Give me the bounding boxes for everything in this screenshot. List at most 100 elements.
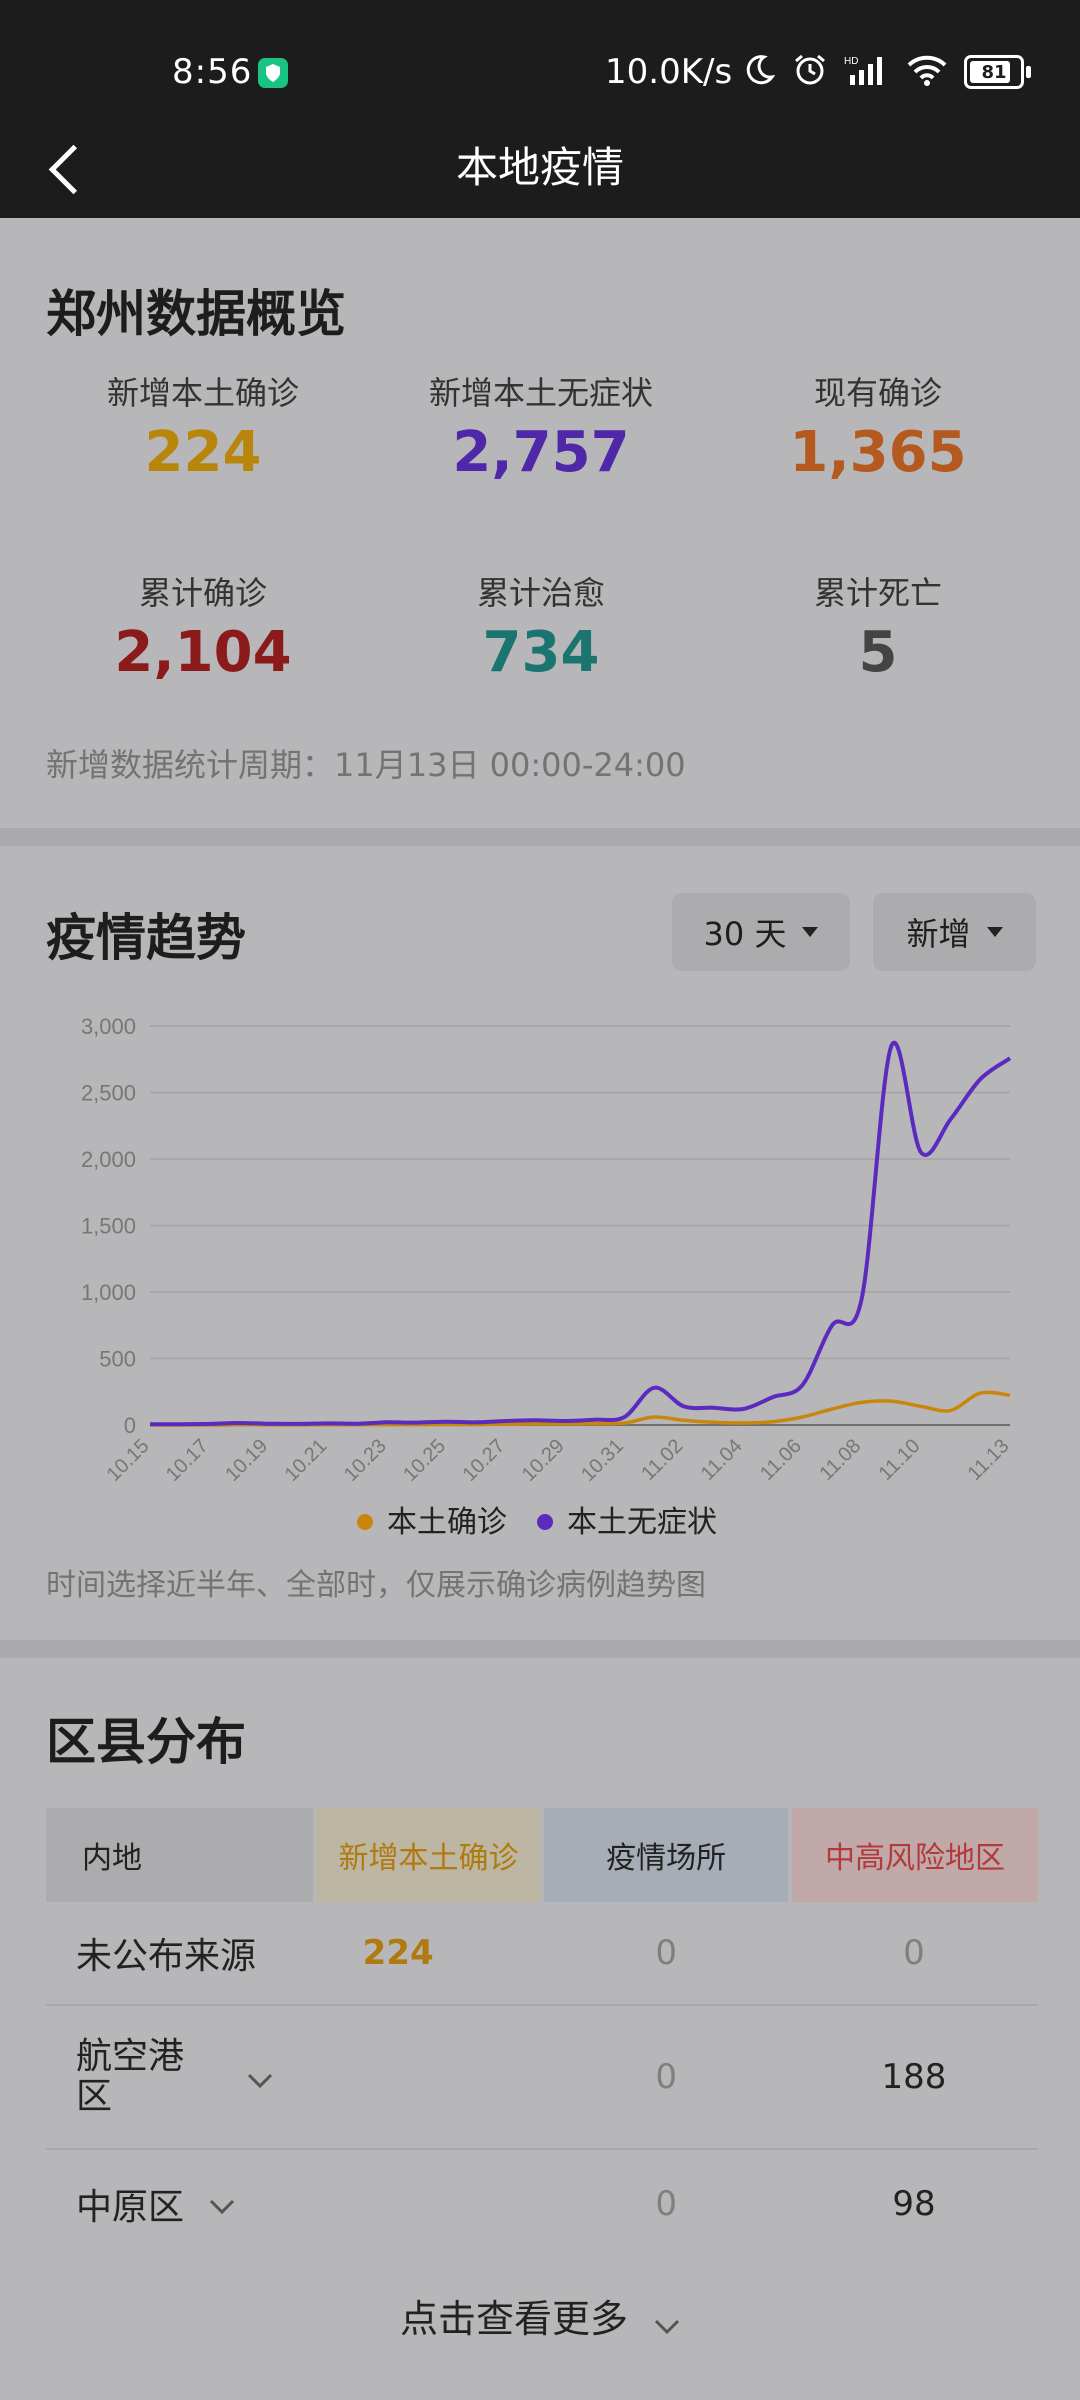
stat-new-confirmed: 新增本土确诊 224 (53, 368, 353, 485)
stat-value: 1,365 (789, 420, 967, 485)
district-places: 0 (542, 2004, 790, 2149)
x-tick-label: 11.02 (637, 1435, 687, 1485)
stat-total-cured: 累计治愈 734 (391, 568, 691, 685)
status-time: 8:56 (172, 52, 253, 92)
stat-label: 现有确诊 (813, 374, 942, 412)
district-confirmed (314, 2148, 543, 2257)
x-tick-label: 10.25 (399, 1435, 450, 1486)
stat-value: 734 (482, 620, 600, 685)
svg-text:HD: HD (844, 56, 858, 67)
stat-current-confirmed: 现有确诊 1,365 (728, 368, 1028, 485)
battery-level: 81 (981, 61, 1007, 83)
header-new-confirmed: 新增本土确诊 (312, 1808, 543, 1902)
stat-total-deaths: 累计死亡 5 (728, 568, 1028, 685)
x-tick-label: 10.31 (577, 1435, 628, 1486)
alarm-clock-icon (792, 52, 828, 92)
trend-note: 时间选择近半年、全部时，仅展示确诊病例趋势图 (46, 1568, 706, 1603)
x-tick-label: 11.10 (875, 1435, 925, 1485)
x-tick-label: 11.04 (697, 1435, 747, 1485)
stat-label: 新增本土无症状 (428, 374, 653, 412)
table-row: 未公布来源 224 0 0 (46, 1902, 1038, 2005)
stat-value: 2,104 (114, 620, 292, 685)
header-risk-areas: 中高风险地区 (787, 1808, 1038, 1902)
x-tick-label: 10.21 (281, 1435, 332, 1486)
section-divider (0, 828, 1080, 846)
overview-card: 郑州数据概览 新增本土确诊 224 新增本土无症状 2,757 现有确诊 1,3… (0, 218, 1080, 828)
x-tick-label: 10.27 (458, 1435, 509, 1486)
page-title: 本地疫情 (455, 143, 624, 192)
view-more-label: 点击查看更多 (399, 2297, 628, 2341)
district-name: 中原区 (76, 2186, 185, 2228)
overview-title: 郑州数据概览 (46, 285, 346, 343)
mode-dropdown[interactable]: 新增 (873, 893, 1036, 971)
stat-label: 新增本土确诊 (106, 374, 299, 412)
stat-period-text: 新增数据统计周期：11月13日 00:00-24:00 (46, 746, 686, 784)
legend-dot (537, 1514, 553, 1530)
chevron-down-icon (654, 2300, 680, 2344)
caret-down-icon (986, 927, 1003, 937)
district-places: 0 (542, 2148, 790, 2257)
chevron-down-icon[interactable] (247, 2057, 273, 2098)
stat-total-confirmed: 累计确诊 2,104 (53, 568, 353, 685)
x-tick-label: 10.23 (340, 1435, 391, 1486)
range-dropdown[interactable]: 30 天 (672, 893, 850, 971)
district-title: 区县分布 (46, 1713, 246, 1771)
network-speed: 10.0K/s (605, 52, 733, 92)
district-risk: 0 (903, 1933, 925, 1973)
status-bar: 8:56 10.0K/s HD 81 (0, 0, 1080, 135)
y-tick-label: 2,000 (81, 1147, 136, 1172)
trend-title: 疫情趋势 (46, 909, 246, 967)
table-row[interactable]: 航空港区 0 188 (46, 2004, 1038, 2149)
district-confirmed (314, 2004, 543, 2149)
district-risk: 188 (789, 2004, 1038, 2149)
range-dropdown-label: 30 天 (703, 915, 787, 953)
stat-new-asymptomatic: 新增本土无症状 2,757 (391, 368, 691, 485)
stat-label: 累计死亡 (813, 574, 942, 612)
stat-value: 2,757 (452, 420, 630, 485)
x-tick-label: 11.06 (756, 1435, 806, 1485)
chevron-down-icon[interactable] (209, 2183, 235, 2224)
legend-label: 本土无症状 (567, 1505, 717, 1540)
y-tick-label: 3,000 (81, 1014, 136, 1039)
district-risk: 98 (789, 2148, 1038, 2257)
view-more-button[interactable]: 点击查看更多 (0, 2288, 1080, 2344)
wifi-icon (906, 53, 948, 91)
table-row[interactable]: 中原区 0 98 (46, 2148, 1038, 2257)
moon-icon (742, 53, 776, 91)
district-name: 航空港区 (76, 2036, 185, 2117)
series-line-2 (149, 1040, 1012, 1427)
y-tick-label: 1,500 (81, 1214, 136, 1239)
x-tick-label: 10.15 (103, 1435, 154, 1486)
district-confirmed: 224 (362, 1933, 434, 1973)
x-tick-label: 11.13 (964, 1435, 1014, 1485)
battery-icon: 81 (964, 55, 1031, 89)
y-tick-label: 2,500 (81, 1081, 136, 1106)
district-cell-name[interactable]: 中原区 (46, 2148, 315, 2257)
section-divider (0, 1640, 1080, 1658)
mode-dropdown-label: 新增 (906, 915, 971, 953)
security-shield-icon (258, 58, 288, 88)
district-table: 内地 新增本土确诊 疫情场所 中高风险地区 未公布来源 224 0 0 航空港区… (46, 1808, 1038, 2257)
x-tick-label: 11.08 (815, 1435, 865, 1485)
x-tick-label: 10.29 (518, 1435, 569, 1486)
caret-down-icon (802, 927, 819, 937)
y-tick-label: 0 (124, 1413, 136, 1438)
legend-label: 本土确诊 (387, 1505, 507, 1540)
y-tick-label: 1,000 (81, 1280, 136, 1305)
x-tick-label: 10.17 (162, 1435, 213, 1486)
legend-dot (357, 1514, 373, 1530)
navigation-bar: 本地疫情 (0, 120, 1080, 218)
header-region: 内地 (46, 1808, 315, 1902)
stat-value: 5 (858, 620, 898, 685)
district-name: 未公布来源 (76, 1936, 257, 1977)
district-places: 0 (655, 1933, 677, 1973)
stat-label: 累计治愈 (476, 574, 605, 612)
hd-signal-icon: HD (844, 53, 890, 91)
x-tick-label: 10.19 (221, 1435, 272, 1486)
district-cell-name[interactable]: 航空港区 (46, 2004, 315, 2149)
header-places: 疫情场所 (540, 1808, 790, 1902)
y-tick-label: 500 (99, 1347, 136, 1372)
stat-label: 累计确诊 (138, 574, 267, 612)
trend-line-chart[interactable]: 05001,0001,5002,0002,5003,00010.15 10.17 1… (0, 990, 1080, 1560)
stat-value: 224 (144, 420, 262, 485)
